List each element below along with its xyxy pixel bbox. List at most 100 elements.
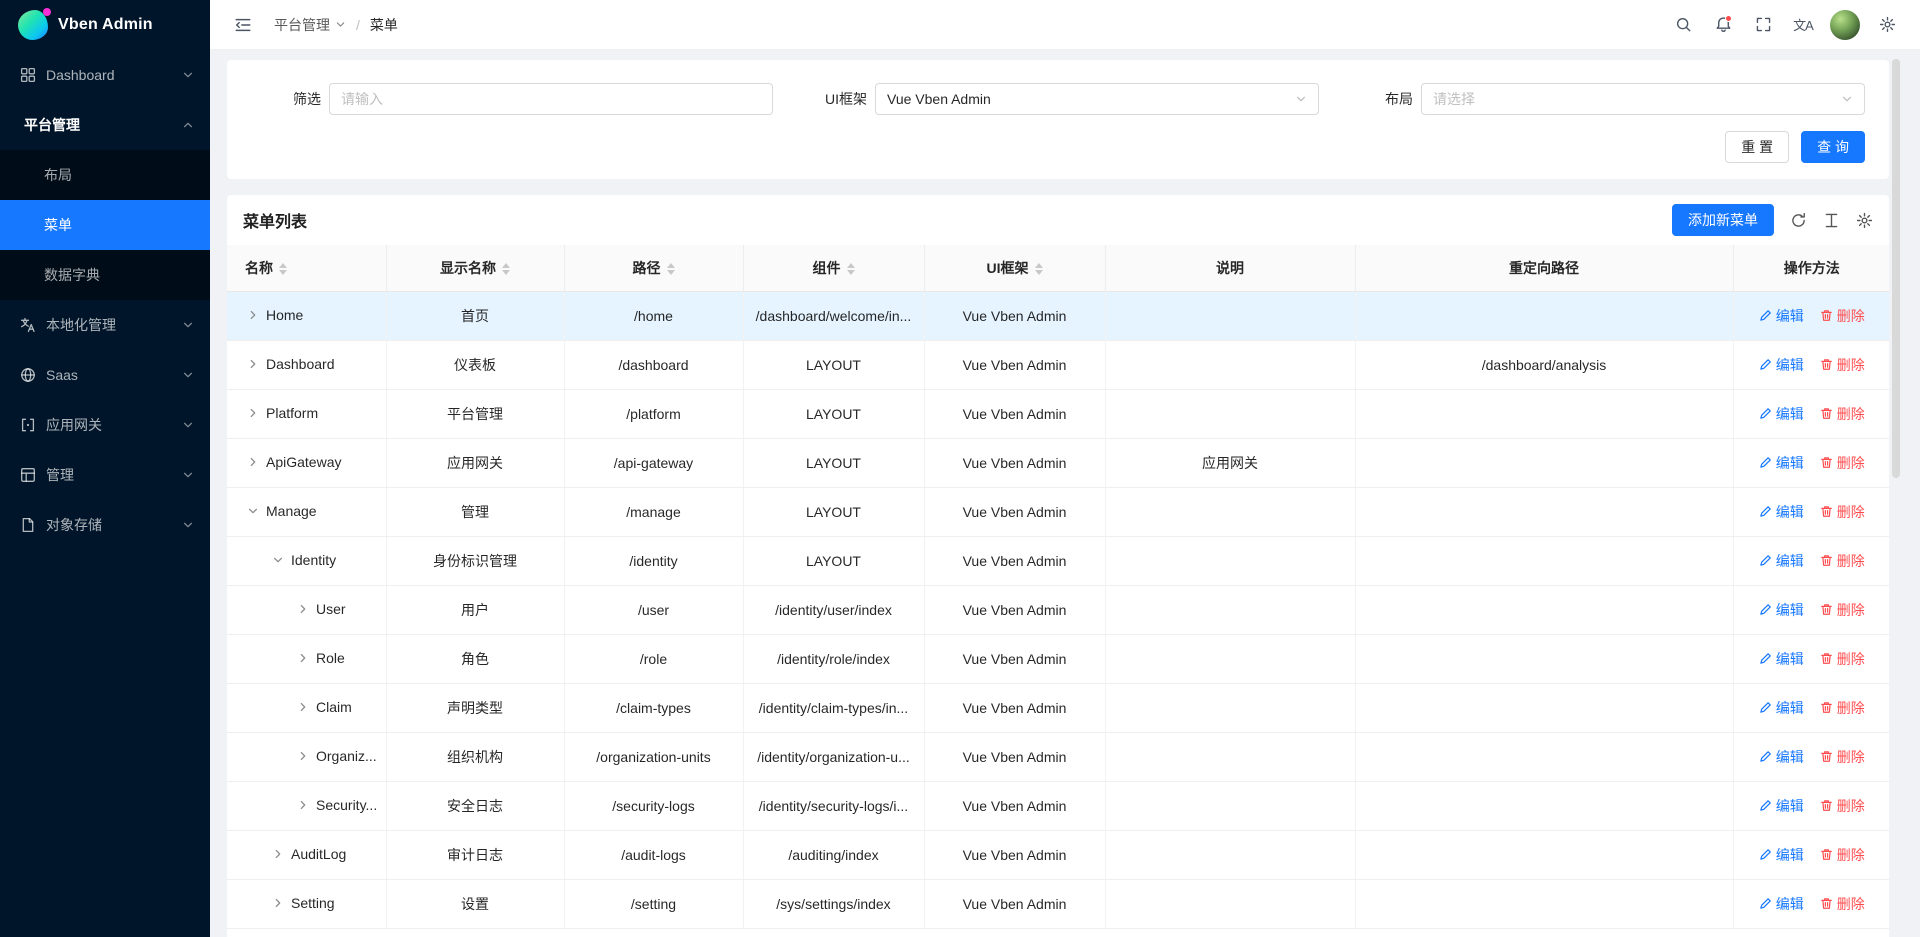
sidebar-collapse-button[interactable]	[226, 8, 260, 42]
edit-button[interactable]: 编辑	[1759, 796, 1804, 816]
delete-button[interactable]: 删除	[1820, 600, 1865, 620]
sidebar-item-saas[interactable]: Saas	[0, 350, 210, 400]
edit-button[interactable]: 编辑	[1759, 747, 1804, 767]
settings-button[interactable]	[1870, 8, 1904, 42]
column-header-path[interactable]: 路径	[564, 245, 743, 291]
component-cell: /auditing/index	[743, 830, 924, 879]
path-cell: /user	[564, 585, 743, 634]
sidebar-item-label: 本地化管理	[46, 315, 172, 335]
delete-button[interactable]: 删除	[1820, 747, 1865, 767]
redirect-cell	[1355, 389, 1733, 438]
column-header-name[interactable]: 名称	[227, 245, 386, 291]
translate-button[interactable]: 文A	[1786, 8, 1820, 42]
app-root: Vben Admin Dashboard 平台管理布局菜单数据字典本地化管理 Saa…	[0, 0, 1920, 937]
menu-name-cell: Setting	[227, 879, 386, 928]
sidebar-item-object-storage[interactable]: 对象存储	[0, 500, 210, 550]
avatar[interactable]	[1830, 10, 1860, 40]
sidebar-item-localization[interactable]: 本地化管理	[0, 300, 210, 350]
menu-name: Role	[316, 650, 345, 666]
search-button[interactable]: 查 询	[1801, 131, 1865, 163]
filter-keyword-input[interactable]	[329, 83, 773, 115]
table-row: Dashboard仪表板/dashboardLAYOUTVue Vben Adm…	[227, 340, 1889, 389]
filter-field-layout: 布局 请选择	[1343, 83, 1865, 115]
chevron-right-icon[interactable]	[295, 750, 311, 762]
gateway-icon	[20, 417, 36, 433]
delete-button[interactable]: 删除	[1820, 649, 1865, 669]
edit-button[interactable]: 编辑	[1759, 306, 1804, 326]
delete-label: 删除	[1837, 894, 1865, 914]
sidebar-item-management[interactable]: 管理	[0, 450, 210, 500]
delete-button[interactable]: 删除	[1820, 698, 1865, 718]
column-header-ui-framework[interactable]: UI框架	[924, 245, 1105, 291]
sort-icon[interactable]	[279, 263, 287, 275]
table-settings-icon[interactable]	[1856, 212, 1873, 229]
edit-button[interactable]: 编辑	[1759, 502, 1804, 522]
chevron-right-icon[interactable]	[245, 407, 261, 419]
delete-button[interactable]: 删除	[1820, 796, 1865, 816]
delete-button[interactable]: 删除	[1820, 845, 1865, 865]
column-header-component[interactable]: 组件	[743, 245, 924, 291]
display-name-cell: 首页	[386, 291, 564, 340]
sort-icon[interactable]	[502, 263, 510, 275]
edit-button[interactable]: 编辑	[1759, 551, 1804, 571]
refresh-icon[interactable]	[1790, 212, 1807, 229]
edit-label: 编辑	[1776, 796, 1804, 816]
logo[interactable]: Vben Admin	[0, 0, 210, 50]
chevron-right-icon[interactable]	[245, 309, 261, 321]
edit-button[interactable]: 编辑	[1759, 355, 1804, 375]
breadcrumb-item-platform[interactable]: 平台管理	[274, 15, 346, 35]
search-button[interactable]	[1666, 8, 1700, 42]
sidebar-item-label: 平台管理	[24, 115, 172, 135]
delete-button[interactable]: 删除	[1820, 404, 1865, 424]
chevron-right-icon[interactable]	[295, 799, 311, 811]
component-cell: LAYOUT	[743, 340, 924, 389]
edit-button[interactable]: 编辑	[1759, 649, 1804, 669]
reset-button[interactable]: 重 置	[1725, 131, 1789, 163]
chevron-right-icon[interactable]	[270, 897, 286, 909]
edit-label: 编辑	[1776, 747, 1804, 767]
column-label: 显示名称	[440, 260, 496, 276]
row-height-icon[interactable]	[1823, 212, 1840, 229]
ui-framework-select[interactable]: Vue Vben Admin	[875, 83, 1319, 115]
chevron-right-icon[interactable]	[295, 603, 311, 615]
edit-button[interactable]: 编辑	[1759, 600, 1804, 620]
add-menu-button[interactable]: 添加新菜单	[1672, 204, 1774, 236]
column-header-display-name[interactable]: 显示名称	[386, 245, 564, 291]
edit-button[interactable]: 编辑	[1759, 894, 1804, 914]
sidebar-item-data-dictionary[interactable]: 数据字典	[0, 250, 210, 300]
sidebar-item-menu[interactable]: 菜单	[0, 200, 210, 250]
delete-button[interactable]: 删除	[1820, 355, 1865, 375]
chevron-right-icon[interactable]	[295, 652, 311, 664]
chevron-down-icon	[335, 19, 346, 30]
chevron-right-icon[interactable]	[245, 456, 261, 468]
delete-button[interactable]: 删除	[1820, 894, 1865, 914]
notifications-button[interactable]	[1706, 8, 1740, 42]
sort-icon[interactable]	[847, 263, 855, 275]
description-cell	[1105, 487, 1355, 536]
edit-button[interactable]: 编辑	[1759, 698, 1804, 718]
sidebar-item-dashboard[interactable]: Dashboard	[0, 50, 210, 100]
delete-button[interactable]: 删除	[1820, 551, 1865, 571]
path-cell: /setting	[564, 879, 743, 928]
display-name-cell: 用户	[386, 585, 564, 634]
chevron-down-icon[interactable]	[270, 554, 286, 566]
fullscreen-button[interactable]	[1746, 8, 1780, 42]
delete-button[interactable]: 删除	[1820, 306, 1865, 326]
topbar-left: 平台管理 / 菜单	[226, 8, 398, 42]
edit-button[interactable]: 编辑	[1759, 453, 1804, 473]
delete-button[interactable]: 删除	[1820, 453, 1865, 473]
layout-select[interactable]: 请选择	[1421, 83, 1865, 115]
sidebar-item-layout[interactable]: 布局	[0, 150, 210, 200]
sidebar-item-app-gateway[interactable]: 应用网关	[0, 400, 210, 450]
edit-button[interactable]: 编辑	[1759, 404, 1804, 424]
delete-button[interactable]: 删除	[1820, 502, 1865, 522]
chevron-right-icon[interactable]	[295, 701, 311, 713]
chevron-down-icon[interactable]	[245, 505, 261, 517]
sort-icon[interactable]	[667, 263, 675, 275]
chevron-right-icon[interactable]	[245, 358, 261, 370]
scrollbar[interactable]	[1892, 59, 1900, 478]
chevron-right-icon[interactable]	[270, 848, 286, 860]
sidebar-item-platform-management[interactable]: 平台管理	[0, 100, 210, 150]
edit-button[interactable]: 编辑	[1759, 845, 1804, 865]
sort-icon[interactable]	[1035, 263, 1043, 275]
